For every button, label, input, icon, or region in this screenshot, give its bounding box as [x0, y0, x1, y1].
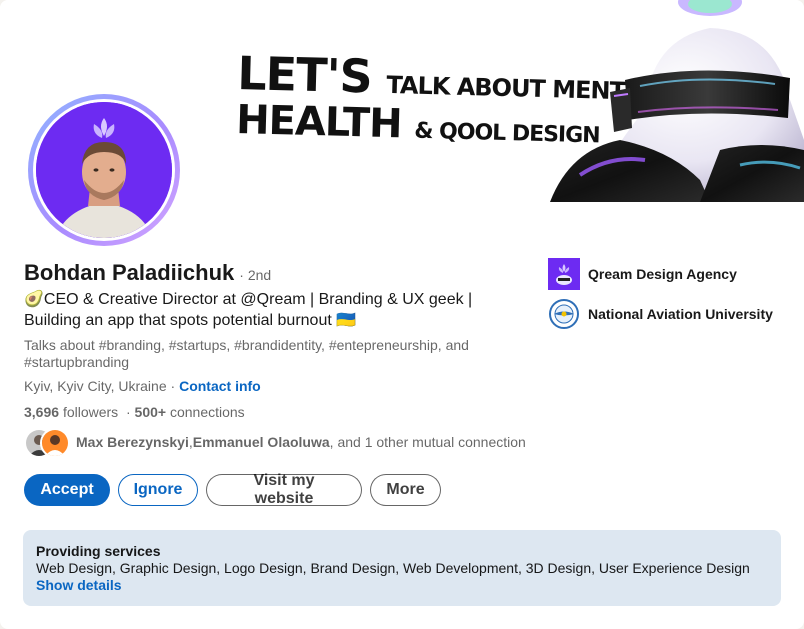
- visit-website-button[interactable]: Visit my website: [206, 472, 362, 507]
- connections-label: connections: [169, 404, 245, 420]
- providing-services-box: Providing services Web Design, Graphic D…: [23, 530, 781, 606]
- talks-about: Talks about #branding, #startups, #brand…: [24, 337, 469, 370]
- banner-3d-character-image: [550, 0, 804, 202]
- more-button[interactable]: More: [370, 474, 441, 506]
- ignore-button[interactable]: Ignore: [118, 474, 198, 506]
- action-buttons: Accept Ignore Visit my website More: [24, 472, 441, 507]
- education[interactable]: National Aviation University: [548, 298, 773, 330]
- profile-location: Kyiv, Kyiv City, Ukraine: [24, 378, 167, 394]
- qream-logo-icon: [548, 258, 580, 290]
- profile-photo-image: [36, 102, 172, 238]
- followers-label: followers: [62, 404, 119, 420]
- services-list: Web Design, Graphic Design, Logo Design,…: [36, 560, 750, 576]
- services-title: Providing services: [36, 543, 161, 559]
- mutual-avatars: [24, 427, 70, 458]
- profile-avatar[interactable]: [36, 102, 172, 238]
- mutual-rest: , and 1 other mutual connection: [329, 434, 526, 450]
- stats-row: 3,696 followers · 500+ connections: [24, 404, 245, 420]
- name-row: Bohdan Paladiichuk · 2nd: [24, 260, 271, 286]
- mutual-name-1: Max Berezynskyi: [76, 434, 189, 450]
- banner-text-lets: LET'S: [236, 46, 373, 104]
- university-name: National Aviation University: [588, 306, 773, 322]
- company-name: Qream Design Agency: [588, 266, 737, 282]
- connections-count: 500+: [134, 404, 167, 420]
- show-details-link[interactable]: Show details: [36, 577, 768, 594]
- location-separator: ·: [166, 378, 180, 394]
- profile-headline: 🥑CEO & Creative Director at @Qream | Bra…: [24, 291, 473, 329]
- connections-separator: ·: [125, 404, 131, 420]
- university-logo-icon: [548, 298, 580, 330]
- accept-button[interactable]: Accept: [24, 474, 110, 506]
- contact-info-link[interactable]: Contact info: [179, 378, 261, 394]
- banner-text-health: HEALTH: [235, 96, 403, 148]
- connection-degree: · 2nd: [239, 267, 272, 283]
- mutual-avatar: [40, 428, 70, 458]
- followers-count: 3,696: [24, 404, 60, 420]
- mutual-name-2: Emmanuel Olaoluwa: [192, 434, 330, 450]
- profile-name: Bohdan Paladiichuk: [24, 260, 235, 285]
- mutual-connections[interactable]: Max Berezynskyi, Emmanuel Olaoluwa, and …: [24, 427, 526, 458]
- location-row: Kyiv, Kyiv City, Ukraine · Contact info: [24, 378, 261, 394]
- current-company[interactable]: Qream Design Agency: [548, 258, 737, 290]
- profile-card: LET'S TALK ABOUT MENTAL HEALTH & QOOL DE…: [0, 0, 804, 629]
- profile-photo-ring[interactable]: [28, 94, 180, 246]
